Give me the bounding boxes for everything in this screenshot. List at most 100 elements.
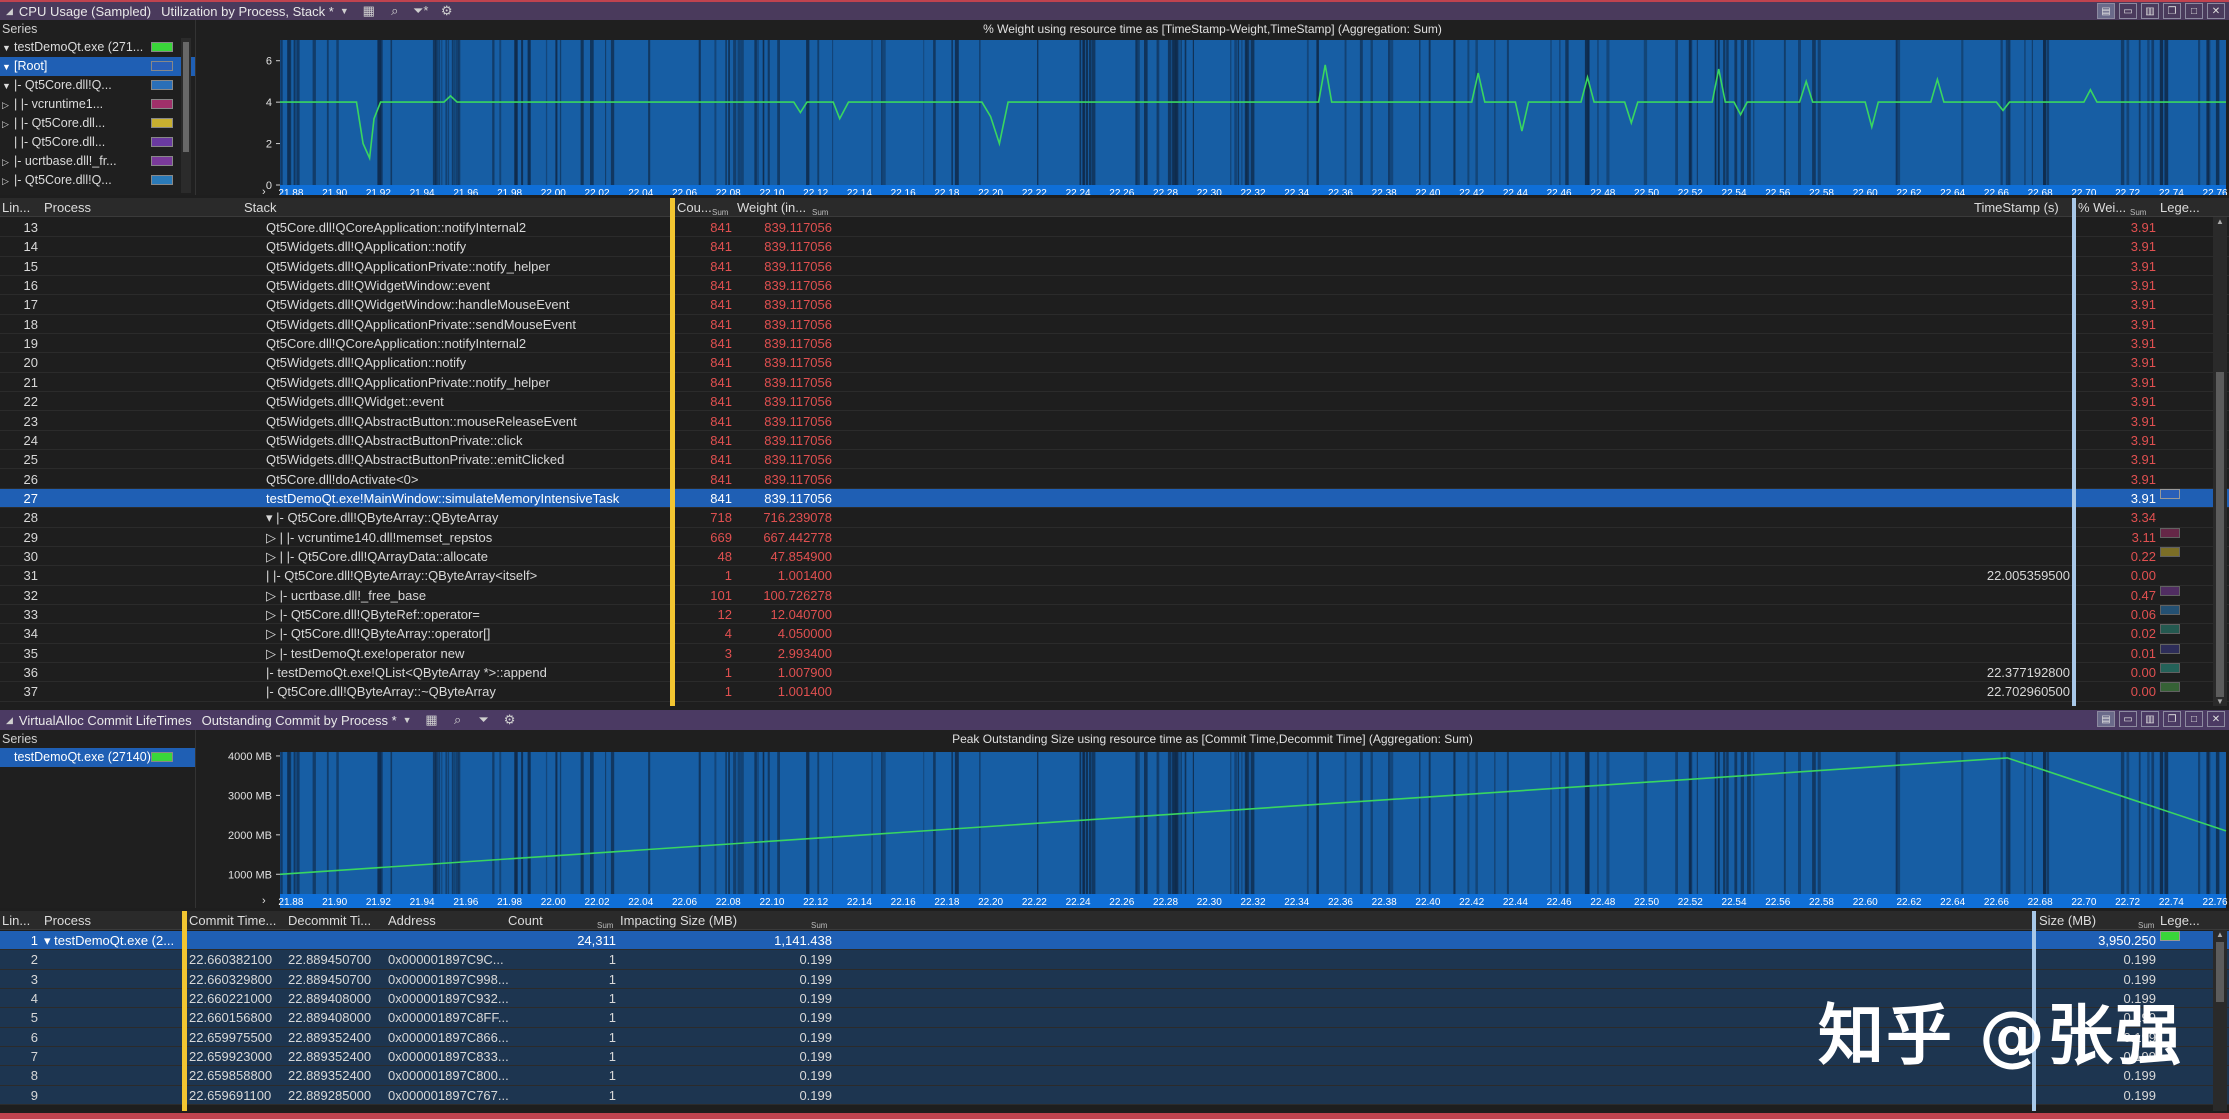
table-row[interactable]: 34 ▷ |- Qt5Core.dll!QByteArray::operator[… [0, 624, 2229, 644]
table-row[interactable]: 32 ▷ |- ucrtbase.dll!_free_base 101 100.726… [0, 585, 2229, 605]
table-row[interactable]: 21 Qt5Widgets.dll!QApplicationPrivate::no… [0, 373, 2229, 393]
table-row[interactable]: 36 |- testDemoQt.exe!QList<QByteArray *>… [0, 663, 2229, 683]
table-row[interactable]: 2 22.660382100 22.889450700 0x000001897C9C.… [0, 950, 2229, 970]
col-process[interactable]: Process [44, 913, 91, 928]
table-row[interactable]: 20 Qt5Widgets.dll!QApplication::notify 841… [0, 353, 2229, 373]
table-row[interactable]: 27 testDemoQt.exe!MainWindow::simulateMem… [0, 488, 2229, 509]
table-row[interactable]: 29 ▷ | |- vcruntime140.dll!memset_repstos… [0, 527, 2229, 547]
filter-icon[interactable]: ⏷* [411, 3, 431, 19]
collapse-arrow-icon[interactable]: ◢ [6, 6, 13, 17]
table-row[interactable]: 16 Qt5Widgets.dll!QWidgetWindow::event 841… [0, 276, 2229, 296]
view-table-icon[interactable]: ▥ [2141, 3, 2159, 19]
table-row[interactable]: 18 Qt5Widgets.dll!QApplicationPrivate::se… [0, 315, 2229, 335]
sample-stripe [2126, 752, 2130, 894]
table-row[interactable]: 23 Qt5Widgets.dll!QAbstractButton::mouseR… [0, 412, 2229, 431]
expand-arrow-icon[interactable]: ▼ [2, 77, 14, 96]
series-item[interactable]: ▼ testDemoQt.exe (271... [0, 38, 195, 57]
series-item[interactable]: ▷ | |- vcruntime1... [0, 95, 195, 114]
table-row[interactable]: 15 Qt5Widgets.dll!QApplicationPrivate::no… [0, 257, 2229, 276]
col-process[interactable]: Process [44, 200, 91, 215]
col-decommit-time[interactable]: Decommit Ti... [288, 913, 371, 928]
series-item[interactable]: | |- Qt5Core.dll... [0, 133, 195, 152]
col-impacting-size[interactable]: Impacting Size (MB) [620, 913, 737, 928]
table-icon[interactable]: ▦ [422, 712, 442, 728]
col-pct-weight[interactable]: % Wei... [2078, 200, 2126, 215]
expand-arrow-icon[interactable]: ▷ [2, 172, 14, 191]
search-icon[interactable]: ⌕ [448, 712, 468, 728]
maximize-icon[interactable]: □ [2185, 3, 2203, 19]
table-row[interactable]: 30 ▷ | |- Qt5Core.dll!QArrayData::allocat… [0, 546, 2229, 567]
top-table-scrollbar[interactable]: ▲ ▼ [2213, 217, 2227, 706]
view-graph-table-icon[interactable]: ▤ [2097, 3, 2115, 19]
col-commit-time[interactable]: Commit Time... [189, 913, 276, 928]
table-row[interactable]: 37 |- Qt5Core.dll!QByteArray::~QByteArra… [0, 682, 2229, 702]
bottom-chart[interactable]: Peak Outstanding Size using resource tim… [196, 730, 2229, 908]
graph-name[interactable]: CPU Usage (Sampled) [19, 4, 151, 19]
bottom-table-scrollbar[interactable]: ▲ [2213, 930, 2227, 1111]
graph-column-divider[interactable] [2072, 198, 2076, 706]
close-icon[interactable]: ✕ [2207, 711, 2225, 727]
top-chart[interactable]: % Weight using resource time as [TimeSta… [196, 20, 2229, 195]
series-item[interactable]: ▼ |- Qt5Core.dll!Q... [0, 76, 195, 95]
series-item[interactable]: testDemoQt.exe (27140) [0, 748, 195, 767]
view-graph-icon[interactable]: ▭ [2119, 3, 2137, 19]
col-line[interactable]: Lin... [2, 913, 30, 928]
col-timestamp[interactable]: TimeStamp (s) [1974, 200, 2059, 215]
view-table-icon[interactable]: ▥ [2141, 711, 2159, 727]
table-row[interactable]: 1 ▾ testDemoQt.exe (2... 24,311 1,141.438 3,… [0, 931, 2229, 951]
preset-dropdown[interactable]: Utilization by Process, Stack * ▼ [161, 4, 349, 19]
table-row[interactable]: 13 Qt5Core.dll!QCoreApplication::notifyIn… [0, 218, 2229, 238]
graph-name[interactable]: VirtualAlloc Commit LifeTimes [19, 713, 192, 728]
view-graph-icon[interactable]: ▭ [2119, 711, 2137, 727]
table-row[interactable]: 35 ▷ |- testDemoQt.exe!operator new 3 2.993… [0, 643, 2229, 663]
pivot-divider[interactable] [182, 911, 187, 1111]
col-weight[interactable]: Weight (in... [737, 200, 806, 215]
filter-icon[interactable]: ⏷ [474, 712, 494, 728]
table-icon[interactable]: ▦ [359, 3, 379, 19]
table-row[interactable]: 24 Qt5Widgets.dll!QAbstractButtonPrivate:… [0, 431, 2229, 451]
col-address[interactable]: Address [388, 913, 436, 928]
col-legend[interactable]: Lege... [2160, 913, 2200, 928]
table-row[interactable]: 26 Qt5Core.dll!doActivate<0> 841 839.117056… [0, 470, 2229, 489]
weight-value: 839.117056 [764, 355, 832, 371]
expand-arrow-icon[interactable]: ▷ [2, 153, 14, 172]
col-line[interactable]: Lin... [2, 200, 30, 215]
table-row[interactable]: 31 | |- Qt5Core.dll!QByteArray::QByteArr… [0, 566, 2229, 586]
series-item[interactable]: ▷ | |- Qt5Core.dll... [0, 114, 195, 133]
col-stack[interactable]: Stack [244, 200, 277, 215]
sample-stripe [2159, 752, 2164, 894]
restore-icon[interactable]: ❐ [2163, 3, 2181, 19]
table-row[interactable]: 33 ▷ |- Qt5Core.dll!QByteRef::operator= 12… [0, 605, 2229, 625]
view-graph-table-icon[interactable]: ▤ [2097, 711, 2115, 727]
table-row[interactable]: 19 Qt5Core.dll!QCoreApplication::notifyIn… [0, 334, 2229, 354]
collapse-arrow-icon[interactable]: ◢ [6, 715, 13, 726]
pivot-divider[interactable] [670, 198, 675, 706]
col-count[interactable]: Cou... [677, 200, 712, 215]
expand-arrow-icon[interactable]: ▷ [2, 96, 14, 115]
table-row[interactable]: 17 Qt5Widgets.dll!QWidgetWindow::handleMo… [0, 295, 2229, 315]
sample-stripe [1467, 752, 1470, 894]
expand-arrow-icon[interactable]: ▼ [2, 58, 14, 77]
col-legend[interactable]: Lege... [2160, 200, 2200, 215]
col-count[interactable]: Count [508, 913, 543, 928]
col-size[interactable]: Size (MB) [2039, 913, 2096, 928]
table-row[interactable]: 28 ▾ |- Qt5Core.dll!QByteArray::QByteArra… [0, 508, 2229, 528]
series-scrollbar[interactable] [181, 38, 191, 193]
maximize-icon[interactable]: □ [2185, 711, 2203, 727]
expand-arrow-icon[interactable]: ▼ [2, 39, 14, 58]
table-row[interactable]: 9 22.659691100 22.889285000 0x000001897C767… [0, 1085, 2229, 1106]
gear-icon[interactable]: ⚙ [437, 3, 457, 19]
series-item[interactable]: ▷ |- ucrtbase.dll!_fr... [0, 152, 195, 171]
series-item[interactable]: ▼ [Root] [0, 57, 195, 76]
close-icon[interactable]: ✕ [2207, 3, 2225, 19]
preset-dropdown[interactable]: Outstanding Commit by Process * ▼ [202, 713, 412, 728]
expand-arrow-icon[interactable]: ▷ [2, 115, 14, 134]
table-row[interactable]: 25 Qt5Widgets.dll!QAbstractButtonPrivate:… [0, 450, 2229, 470]
search-icon[interactable]: ⌕ [385, 3, 405, 19]
series-item[interactable]: ▷ |- Qt5Core.dll!Q... [0, 171, 195, 190]
sample-stripe [1726, 752, 1729, 894]
gear-icon[interactable]: ⚙ [500, 712, 520, 728]
table-row[interactable]: 22 Qt5Widgets.dll!QWidget::event 841 839.11… [0, 392, 2229, 412]
table-row[interactable]: 14 Qt5Widgets.dll!QApplication::notify 841… [0, 237, 2229, 257]
restore-icon[interactable]: ❐ [2163, 711, 2181, 727]
